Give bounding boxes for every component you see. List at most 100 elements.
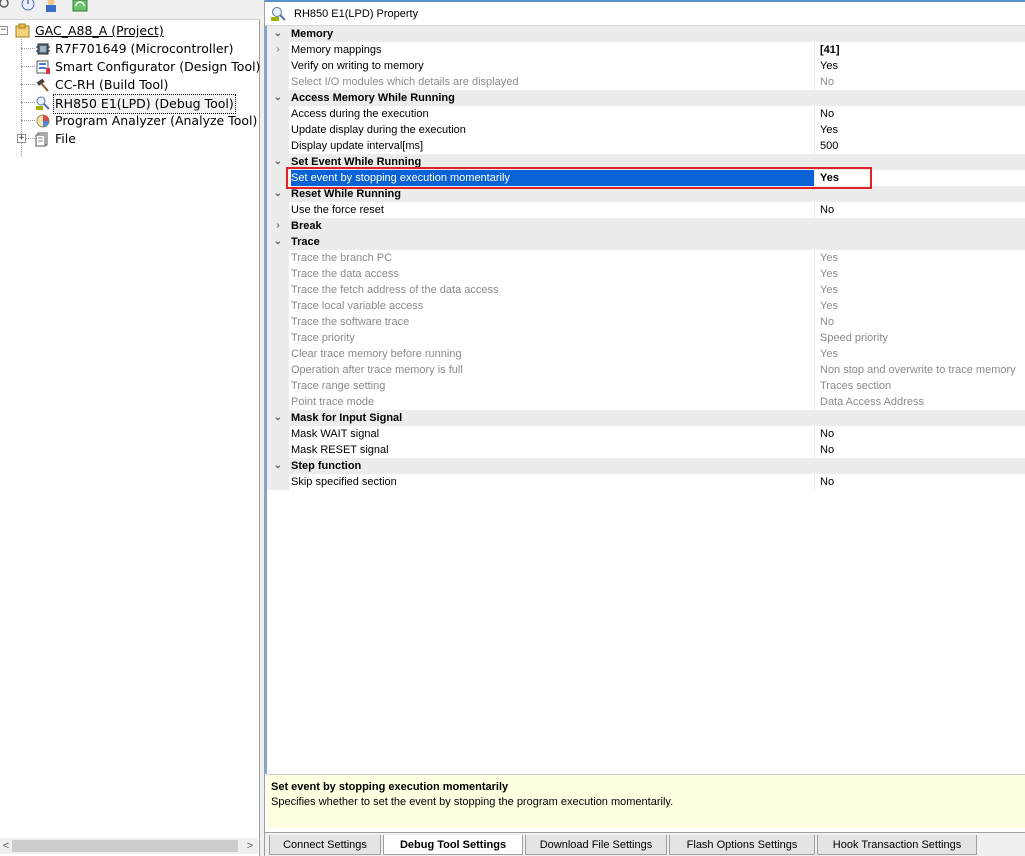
collapse-project-toggle[interactable]: − (0, 26, 8, 35)
property-value[interactable]: Yes (820, 122, 1025, 138)
chip-icon (36, 43, 50, 55)
property-name: Update display during the execution (291, 122, 815, 138)
tree-item-file[interactable]: File (35, 130, 77, 148)
configurator-icon (36, 60, 50, 74)
property-value[interactable]: 500 (820, 138, 1025, 154)
row-gutter (267, 330, 289, 346)
category-step-function[interactable]: ⌄ Step function (267, 458, 1025, 474)
settings-tabs: Connect Settings Debug Tool Settings Downl… (265, 832, 1025, 856)
property-row-mask-wait-signal[interactable]: Mask WAIT signal No (267, 426, 1025, 442)
refresh-icon[interactable] (0, 0, 16, 12)
tab-download-file-settings[interactable]: Download File Settings (525, 835, 667, 855)
property-name: Trace the software trace (291, 314, 815, 330)
property-row-display-update-interval-ms[interactable]: Display update interval[ms] 500 (267, 138, 1025, 154)
property-panel: RH850 E1(LPD) Property ⌄ Memory › Memory ma… (265, 0, 1025, 856)
property-value[interactable]: No (820, 474, 1025, 490)
clock-icon[interactable] (20, 0, 36, 12)
property-row-update-display-during-the-execution[interactable]: Update display during the execution Yes (267, 122, 1025, 138)
chevron-down-icon[interactable]: ⌄ (273, 458, 283, 474)
chevron-down-icon[interactable]: ⌄ (273, 154, 283, 170)
property-name: Memory mappings (291, 42, 815, 58)
user-icon[interactable] (43, 0, 59, 12)
expand-file-toggle[interactable]: + (17, 134, 26, 143)
tab-flash-options-settings[interactable]: Flash Options Settings (669, 835, 815, 855)
property-row-point-trace-mode[interactable]: Point trace mode Data Access Address (267, 394, 1025, 410)
property-value[interactable]: No (820, 106, 1025, 122)
chevron-down-icon[interactable]: ⌄ (273, 234, 283, 250)
property-row-memory-mappings[interactable]: › Memory mappings [41] (267, 42, 1025, 58)
hammer-icon (36, 78, 49, 92)
tree-item-smart-configurator[interactable]: Smart Configurator (Design Tool) (35, 58, 261, 76)
category-access-memory-while-running[interactable]: ⌄ Access Memory While Running (267, 90, 1025, 106)
property-row-trace-range-setting[interactable]: Trace range setting Traces section (267, 378, 1025, 394)
project-icon (15, 23, 30, 38)
property-row-operation-after-trace-memory-is-full[interactable]: Operation after trace memory is full Non … (267, 362, 1025, 378)
tree-item-debug-tool[interactable]: RH850 E1(LPD) (Debug Tool) (35, 94, 236, 114)
property-value[interactable]: [41] (820, 42, 1025, 58)
property-row-access-during-the-execution[interactable]: Access during the execution No (267, 106, 1025, 122)
chevron-down-icon[interactable]: ⌄ (273, 186, 283, 202)
property-value[interactable]: No (820, 442, 1025, 458)
category-mask-for-input-signal[interactable]: ⌄ Mask for Input Signal (267, 410, 1025, 426)
chevron-right-icon[interactable]: › (273, 218, 283, 234)
tree-item-label: GAC_A88_A (Project) (35, 23, 164, 38)
chevron-down-icon[interactable]: ⌄ (273, 26, 283, 42)
property-row-use-the-force-reset[interactable]: Use the force reset No (267, 202, 1025, 218)
row-gutter (267, 202, 289, 218)
debug-tool-icon (36, 96, 50, 110)
tree-item-analyze-tool[interactable]: Program Analyzer (Analyze Tool) (35, 112, 258, 130)
tree-item-project[interactable]: GAC_A88_A (Project) (15, 22, 165, 40)
tab-debug-tool-settings[interactable]: Debug Tool Settings (383, 835, 523, 855)
scroll-left-arrow-icon[interactable]: < (0, 838, 12, 854)
tab-hook-transaction-settings[interactable]: Hook Transaction Settings (817, 835, 977, 855)
property-row-trace-priority[interactable]: Trace priority Speed priority (267, 330, 1025, 346)
tree-toolbar (0, 0, 260, 20)
category-trace[interactable]: ⌄ Trace (267, 234, 1025, 250)
property-name: Clear trace memory before running (291, 346, 815, 362)
category-break[interactable]: › Break (267, 218, 1025, 234)
property-name: Trace local variable access (291, 298, 815, 314)
property-value[interactable]: Yes (820, 58, 1025, 74)
category-label: Trace (291, 236, 320, 248)
tree-horizontal-scrollbar[interactable]: < > (0, 838, 258, 854)
property-row-mask-reset-signal[interactable]: Mask RESET signal No (267, 442, 1025, 458)
tab-connect-settings[interactable]: Connect Settings (269, 835, 381, 855)
property-name: Trace range setting (291, 378, 815, 394)
property-title-bar: RH850 E1(LPD) Property (265, 2, 1025, 26)
property-value: Yes (820, 252, 838, 264)
property-name: Verify on writing to memory (291, 58, 815, 74)
property-row-verify-on-writing-to-memory[interactable]: Verify on writing to memory Yes (267, 58, 1025, 74)
debug-tool-icon (271, 7, 286, 21)
chevron-right-icon[interactable]: › (273, 42, 283, 58)
property-name: Mask WAIT signal (291, 426, 815, 442)
scroll-right-arrow-icon[interactable]: > (244, 838, 256, 854)
property-name: Access during the execution (291, 106, 815, 122)
chevron-down-icon[interactable]: ⌄ (273, 90, 283, 106)
property-row-trace-the-data-access[interactable]: Trace the data access Yes (267, 266, 1025, 282)
tree-item-microcontroller[interactable]: R7F701649 (Microcontroller) (35, 40, 235, 58)
sync-icon[interactable] (72, 0, 88, 12)
category-memory[interactable]: ⌄ Memory (267, 26, 1025, 42)
property-name: Point trace mode (291, 394, 815, 410)
tree-item-label: R7F701649 (Microcontroller) (55, 41, 234, 56)
property-row-trace-the-branch-pc[interactable]: Trace the branch PC Yes (267, 250, 1025, 266)
tree-item-label: Program Analyzer (Analyze Tool) (55, 113, 258, 128)
property-row-select-i-o-modules-which-details-are-displayed[interactable]: Select I/O modules which details are dis… (267, 74, 1025, 90)
tree-item-build-tool[interactable]: CC-RH (Build Tool) (35, 76, 169, 94)
property-row-skip-specified-section[interactable]: Skip specified section No (267, 474, 1025, 490)
row-gutter (267, 282, 289, 298)
property-row-trace-local-variable-access[interactable]: Trace local variable access Yes (267, 298, 1025, 314)
row-gutter (267, 442, 289, 458)
property-row-clear-trace-memory-before-running[interactable]: Clear trace memory before running Yes (267, 346, 1025, 362)
property-grid: ⌄ Memory › Memory mappings [41] Verify on wri… (265, 26, 1025, 774)
property-value[interactable]: No (820, 202, 1025, 218)
chevron-down-icon[interactable]: ⌄ (273, 410, 283, 426)
property-value: Traces section (820, 380, 892, 392)
property-value[interactable]: No (820, 426, 1025, 442)
property-row-trace-the-software-trace[interactable]: Trace the software trace No (267, 314, 1025, 330)
highlight-box (286, 167, 872, 189)
property-value: Data Access Address (820, 396, 924, 408)
property-row-trace-the-fetch-address-of-the-data-access[interactable]: Trace the fetch address of the data acce… (267, 282, 1025, 298)
property-name: Select I/O modules which details are dis… (291, 74, 815, 90)
scrollbar-thumb[interactable] (12, 840, 238, 852)
